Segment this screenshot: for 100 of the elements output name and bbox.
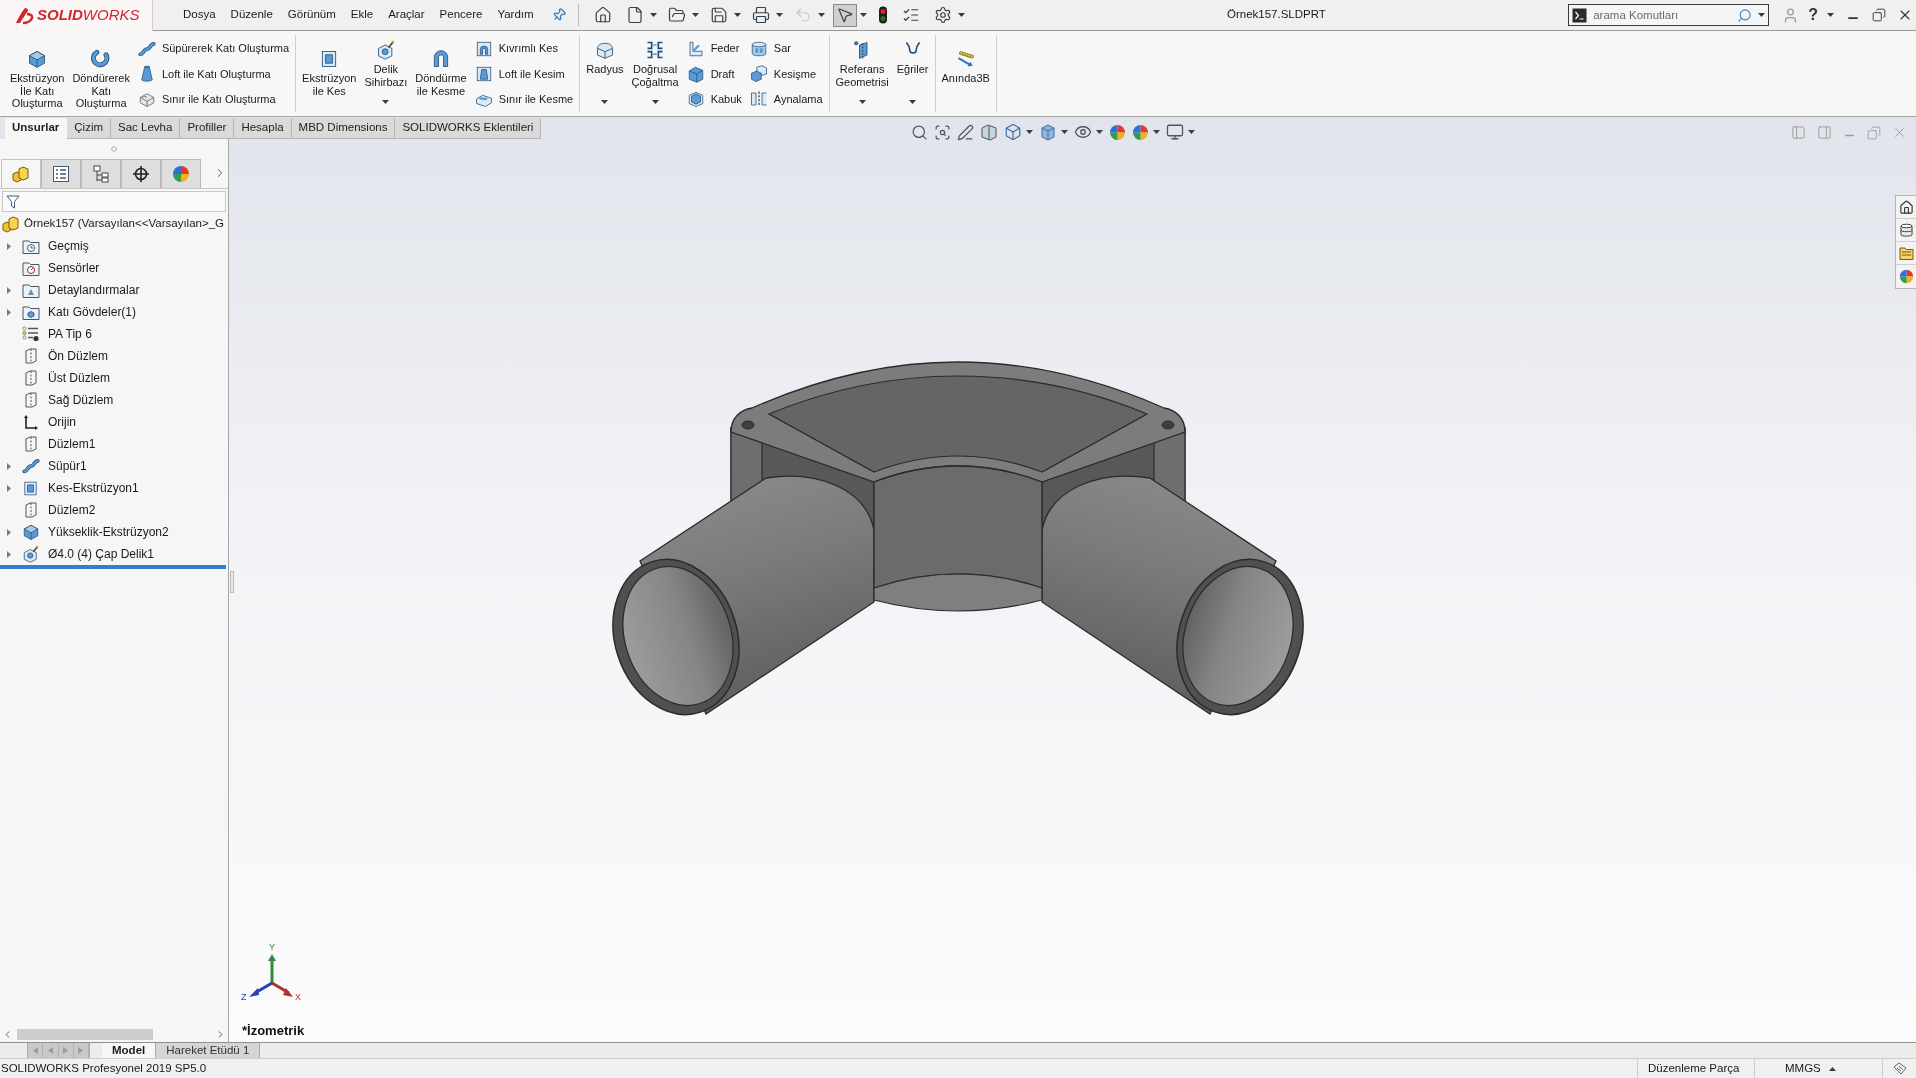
caret-icon[interactable]	[1061, 130, 1068, 134]
caret-icon[interactable]	[1026, 130, 1033, 134]
tag-icon[interactable]	[1892, 1062, 1907, 1075]
command-tab[interactable]: Çizim	[67, 118, 112, 139]
model-tab[interactable]: Hareket Etüdü 1	[155, 1043, 261, 1058]
expand-arrow-icon[interactable]	[7, 462, 11, 470]
caret-icon[interactable]	[1758, 13, 1766, 17]
command-tab[interactable]: Sac Levha	[111, 118, 181, 139]
caret-icon[interactable]	[1828, 1066, 1836, 1071]
tree-item[interactable]: Sağ Düzlem	[48, 391, 114, 409]
caret-icon[interactable]	[859, 13, 867, 17]
color-ball-icon[interactable]	[1109, 123, 1126, 141]
caret-icon[interactable]	[733, 13, 741, 17]
ribbon-button[interactable]: Süpürerek Katı Oluşturma	[137, 36, 290, 62]
tree-item[interactable]: Ön Düzlem	[48, 347, 109, 365]
cut-cube-icon[interactable]	[980, 123, 998, 141]
cube-icon[interactable]	[1004, 123, 1022, 141]
help-button[interactable]: ?	[1808, 7, 1818, 23]
caret-icon[interactable]	[691, 13, 699, 17]
expand-arrow-icon[interactable]	[7, 242, 11, 250]
expand-arrow-icon[interactable]	[7, 550, 11, 558]
ribbon-button[interactable]: Eğriler	[896, 35, 929, 112]
menu-item[interactable]: Araçlar	[388, 6, 425, 24]
command-tab[interactable]: Hesapla	[234, 118, 292, 139]
expand-arrow-icon[interactable]	[7, 308, 11, 316]
tree-item[interactable]: Kes-Ekstrüzyon1	[48, 479, 139, 497]
command-tab[interactable]: SOLIDWORKS Eklentileri	[395, 118, 542, 139]
menu-item[interactable]: Ekle	[350, 6, 374, 24]
magnifier-icon[interactable]	[911, 123, 928, 141]
menu-item[interactable]: Pencere	[439, 6, 483, 24]
ribbon-button[interactable]: Doğrusal Çoğaltma	[631, 35, 679, 112]
pen-icon[interactable]	[957, 123, 974, 141]
tree-item[interactable]: Süpür1	[48, 457, 87, 475]
caret-icon[interactable]	[1827, 13, 1834, 17]
ribbon-button[interactable]: Ekstrüzyon İle Katı Oluşturma	[10, 35, 65, 112]
ribbon-button[interactable]: Loft ile Katı Oluşturma	[137, 61, 290, 87]
ribbon-button[interactable]: Kıvrımlı Kes	[474, 36, 574, 62]
menu-item[interactable]: Düzenle	[230, 6, 273, 24]
panel-tab[interactable]	[41, 159, 81, 188]
tree-item[interactable]: Katı Gövdeler(1)	[48, 303, 137, 321]
framed-magnifier-icon[interactable]	[934, 123, 951, 141]
expand-arrow-icon[interactable]	[7, 286, 11, 294]
caret-icon[interactable]	[649, 13, 657, 17]
color-ball-icon[interactable]	[1132, 123, 1149, 141]
ribbon-button[interactable]: Sınır ile Katı Oluşturma	[137, 86, 290, 112]
tree-item[interactable]: Sensörler	[48, 259, 100, 277]
monitor-icon[interactable]	[1166, 123, 1184, 141]
grip-dot-icon[interactable]	[111, 145, 117, 152]
panel-tab[interactable]	[121, 159, 161, 188]
model-tab[interactable]: Model	[102, 1043, 156, 1058]
command-tab[interactable]: MBD Dimensions	[291, 118, 396, 139]
tree-item[interactable]: Orijin	[48, 413, 76, 431]
splitter-handle[interactable]	[230, 571, 234, 593]
ribbon-button[interactable]: Referans Geometrisi	[835, 35, 889, 112]
color-ball-icon[interactable]	[1898, 269, 1914, 284]
ribbon-button[interactable]: Aynalama	[749, 86, 823, 112]
tree-item[interactable]: Düzlem2	[48, 501, 96, 519]
ribbon-button[interactable]: Loft ile Kesim	[474, 61, 574, 87]
tree-item[interactable]: Geçmiş	[48, 237, 89, 255]
caret-icon[interactable]	[957, 13, 965, 17]
tree-item[interactable]: Detaylandırmalar	[48, 281, 140, 299]
cylinder-stack-icon[interactable]	[1898, 222, 1914, 238]
ribbon-button[interactable]: Radyus	[586, 35, 624, 112]
tree-item[interactable]: Düzlem1	[48, 435, 96, 453]
tree-item[interactable]: Ø4.0 (4) Çap Delik1	[48, 545, 155, 563]
caret-icon[interactable]	[1188, 130, 1195, 134]
restore-icon[interactable]	[1872, 8, 1886, 22]
command-tab[interactable]: Unsurlar	[5, 118, 68, 139]
command-tab[interactable]: Profiller	[180, 118, 235, 139]
search-field[interactable]: arama Komutları	[1593, 6, 1732, 24]
folder-icon[interactable]	[1898, 246, 1914, 260]
ribbon-button[interactable]: Anında3B	[941, 35, 990, 112]
ribbon-button[interactable]: Draft	[686, 61, 742, 87]
eye-icon[interactable]	[1074, 123, 1092, 141]
menu-item[interactable]: Görünüm	[287, 6, 336, 24]
tree-item[interactable]: Üst Düzlem	[48, 369, 110, 387]
ribbon-button[interactable]: Sar	[749, 36, 823, 62]
filter-field[interactable]	[2, 191, 226, 212]
ribbon-button[interactable]: Kesişme	[749, 61, 823, 87]
expand-arrow-icon[interactable]	[7, 528, 11, 536]
house-icon[interactable]	[1898, 199, 1914, 215]
ribbon-button[interactable]: Delik Sihirbazı	[364, 35, 408, 112]
ribbon-button[interactable]: Sınır ile Kesme	[474, 86, 574, 112]
units-selector[interactable]: MMGS	[1785, 1059, 1821, 1078]
tree-item[interactable]: Yükseklik-Ekstrüzyon2	[48, 523, 169, 541]
ribbon-button[interactable]: Döndürerek Katı Oluşturma	[72, 35, 130, 112]
search-icon[interactable]	[1737, 7, 1753, 23]
scrollbar-thumb[interactable]	[17, 1028, 153, 1040]
caret-icon[interactable]	[1096, 130, 1103, 134]
search-bar[interactable]: arama Komutları	[1568, 4, 1770, 26]
tree-item[interactable]: PA Tip 6	[48, 325, 92, 343]
ribbon-button[interactable]: Kabuk	[686, 86, 742, 112]
caret-icon[interactable]	[775, 13, 783, 17]
select-button[interactable]	[832, 3, 857, 27]
expand-arrow-icon[interactable]	[7, 484, 11, 492]
ribbon-button[interactable]: Ekstrüzyon ile Kes	[302, 35, 357, 112]
caret-icon[interactable]	[1153, 130, 1160, 134]
ribbon-button[interactable]: Feder	[686, 36, 742, 62]
ribbon-button[interactable]: Döndürme ile Kesme	[415, 35, 467, 112]
menu-item[interactable]: Yardım	[497, 6, 534, 24]
